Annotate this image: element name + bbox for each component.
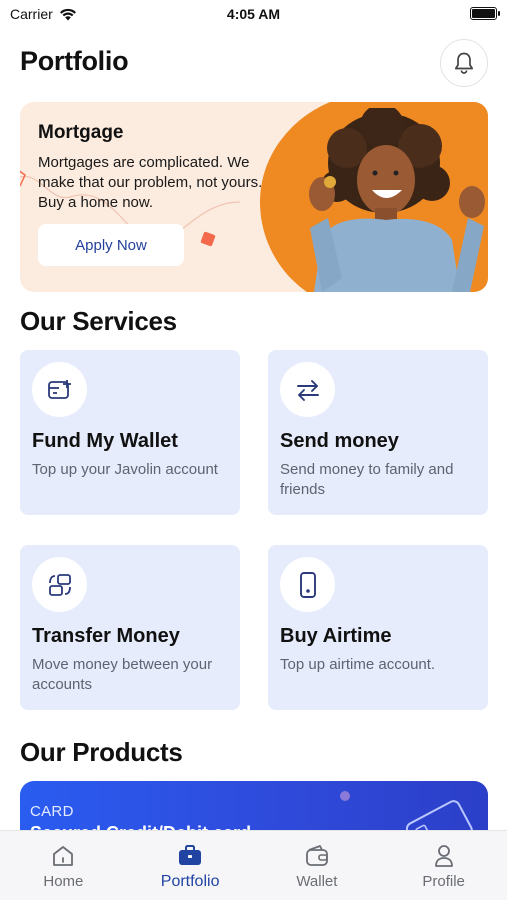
- tab-portfolio[interactable]: Portfolio: [127, 831, 254, 900]
- tab-home-label: Home: [43, 873, 84, 890]
- bell-icon: [454, 52, 474, 74]
- battery-icon: [470, 7, 500, 20]
- fund-wallet-description: Top up your Javolin account: [32, 461, 218, 478]
- wallet-icon: [305, 845, 328, 866]
- transfer-money-title: Transfer Money: [32, 625, 180, 647]
- tab-portfolio-label: Portfolio: [160, 873, 220, 890]
- send-money-title: Send money: [280, 430, 399, 452]
- promo-title: Mortgage: [38, 122, 124, 143]
- mortgage-promo-banner[interactable]: Mortgage Mortgages are complicated. We m…: [20, 102, 488, 292]
- product-card-label: CARD: [30, 803, 74, 820]
- person-icon: [434, 845, 453, 867]
- status-time: 4:05 AM: [226, 6, 281, 22]
- tab-wallet-label: Wallet: [296, 873, 338, 890]
- buy-airtime-description: Top up airtime account.: [280, 656, 436, 673]
- fund-wallet-title: Fund My Wallet: [32, 430, 178, 452]
- tab-home[interactable]: Home: [0, 831, 127, 900]
- phone-icon: [280, 557, 335, 612]
- transfer-money-card[interactable]: Transfer Money Move money between your a…: [20, 545, 240, 710]
- wallet-card-icon: [32, 362, 87, 417]
- services-section-title: Our Services: [20, 306, 177, 336]
- smiling-woman-image: [309, 108, 485, 292]
- tab-wallet[interactable]: Wallet: [254, 831, 381, 900]
- bottom-tab-bar: Home Portfolio Wallet Profile: [0, 830, 507, 900]
- transfer-arrows-icon: [280, 362, 335, 417]
- tab-profile-label: Profile: [422, 873, 465, 890]
- promo-description: Mortgages are complicated. We make that …: [38, 154, 263, 211]
- send-money-description: Send money to family and friends: [280, 461, 454, 498]
- buy-airtime-card[interactable]: Buy Airtime Top up airtime account.: [268, 545, 488, 710]
- page-title: Portfolio: [20, 46, 129, 76]
- buy-airtime-title: Buy Airtime: [280, 625, 392, 647]
- products-section-title: Our Products: [20, 737, 183, 767]
- home-icon: [53, 846, 74, 866]
- fund-wallet-card[interactable]: Fund My Wallet Top up your Javolin accou…: [20, 350, 240, 515]
- cards-exchange-icon: [32, 557, 87, 612]
- apply-now-button[interactable]: Apply Now: [38, 224, 184, 266]
- briefcase-icon: [179, 845, 202, 865]
- transfer-money-description: Move money between your accounts: [32, 656, 213, 693]
- status-bar: Carrier 4:05 AM: [0, 0, 507, 28]
- notifications-button[interactable]: [440, 39, 488, 87]
- tab-profile[interactable]: Profile: [380, 831, 507, 900]
- send-money-card[interactable]: Send money Send money to family and frie…: [268, 350, 488, 515]
- decorative-dot: [340, 791, 350, 801]
